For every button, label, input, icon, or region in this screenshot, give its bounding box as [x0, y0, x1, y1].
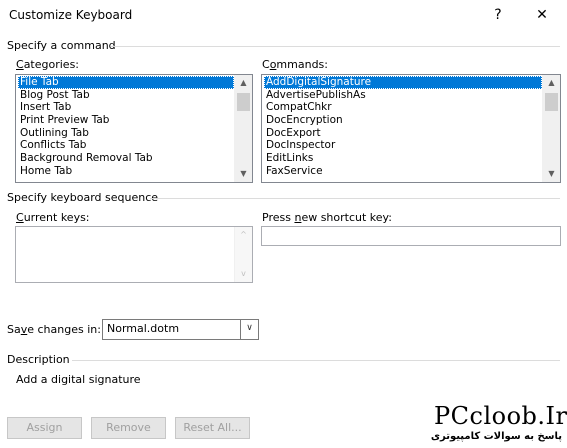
categories-list-item[interactable]: Conflicts Tab — [18, 139, 234, 152]
close-button[interactable]: ✕ — [530, 4, 554, 26]
commands-list-item[interactable]: CompatChkr — [264, 101, 542, 114]
down-arrow-icon[interactable]: ▼ — [543, 166, 560, 182]
categories-list-item[interactable]: Outlining Tab — [18, 127, 234, 140]
description-label: Description — [7, 353, 70, 366]
up-arrow-icon: ^ — [240, 230, 247, 239]
commands-list-item[interactable]: DocEncryption — [264, 114, 542, 127]
commands-list-item[interactable]: FaxService — [264, 165, 542, 178]
commands-list-item[interactable]: AddDigitalSignature — [264, 76, 542, 89]
save-changes-value: Normal.dotm — [107, 322, 180, 335]
section-divider — [72, 360, 560, 361]
categories-scrollbar[interactable]: ▲ ▼ — [234, 75, 252, 182]
categories-list-item[interactable]: Insert Tab — [18, 101, 234, 114]
save-changes-select[interactable]: Normal.dotm ∨ — [102, 319, 259, 340]
help-button[interactable]: ? — [486, 4, 510, 26]
assign-button[interactable]: Assign — [7, 417, 82, 439]
categories-list-item[interactable]: Blog Post Tab — [18, 89, 234, 102]
categories-list-item[interactable]: Background Removal Tab — [18, 152, 234, 165]
chevron-down-icon[interactable]: ∨ — [240, 320, 258, 339]
section-divider — [111, 46, 560, 47]
section-divider — [150, 198, 560, 199]
current-keys-scrollbar: ^ v — [234, 227, 252, 282]
commands-list-item[interactable]: DocInspector — [264, 139, 542, 152]
commands-label: Commands: — [262, 58, 328, 71]
press-new-shortcut-input[interactable] — [261, 226, 561, 246]
commands-list-item[interactable]: AdvertisePublishAs — [264, 89, 542, 102]
description-text: Add a digital signature — [16, 373, 141, 386]
categories-listbox[interactable]: File Tab Blog Post Tab Insert Tab Print Pre… — [15, 74, 253, 183]
categories-list-item[interactable]: Print Preview Tab — [18, 114, 234, 127]
press-new-shortcut-label: Press new shortcut key: — [262, 211, 392, 224]
specify-command-label: Specify a command — [7, 39, 116, 52]
watermark-tagline: پاسخ به سوالات کامپیوتری — [430, 431, 562, 442]
current-keys-label: Current keys: — [16, 211, 90, 224]
commands-list-item[interactable]: DocExport — [264, 127, 542, 140]
down-arrow-icon[interactable]: ▼ — [235, 166, 252, 182]
categories-label: Categories: — [16, 58, 80, 71]
categories-list-item[interactable]: Home Tab — [18, 165, 234, 178]
dialog-title: Customize Keyboard — [9, 8, 133, 22]
down-arrow-icon: v — [241, 269, 246, 278]
watermark-brand: PCcloob.Ir — [434, 402, 567, 430]
commands-list-item[interactable]: EditLinks — [264, 152, 542, 165]
remove-button[interactable]: Remove — [91, 417, 166, 439]
save-changes-label: Save changes in: — [7, 323, 101, 336]
commands-listbox[interactable]: AddDigitalSignature AdvertisePublishAs Com… — [261, 74, 561, 183]
scroll-thumb[interactable] — [545, 93, 558, 111]
scroll-thumb[interactable] — [237, 93, 250, 111]
reset-all-button[interactable]: Reset All... — [175, 417, 250, 439]
categories-list-item[interactable]: File Tab — [18, 76, 234, 89]
specify-keyboard-label: Specify keyboard sequence — [7, 191, 159, 204]
up-arrow-icon[interactable]: ▲ — [235, 75, 252, 91]
current-keys-listbox[interactable]: ^ v — [15, 226, 253, 283]
commands-scrollbar[interactable]: ▲ ▼ — [542, 75, 560, 182]
up-arrow-icon[interactable]: ▲ — [543, 75, 560, 91]
